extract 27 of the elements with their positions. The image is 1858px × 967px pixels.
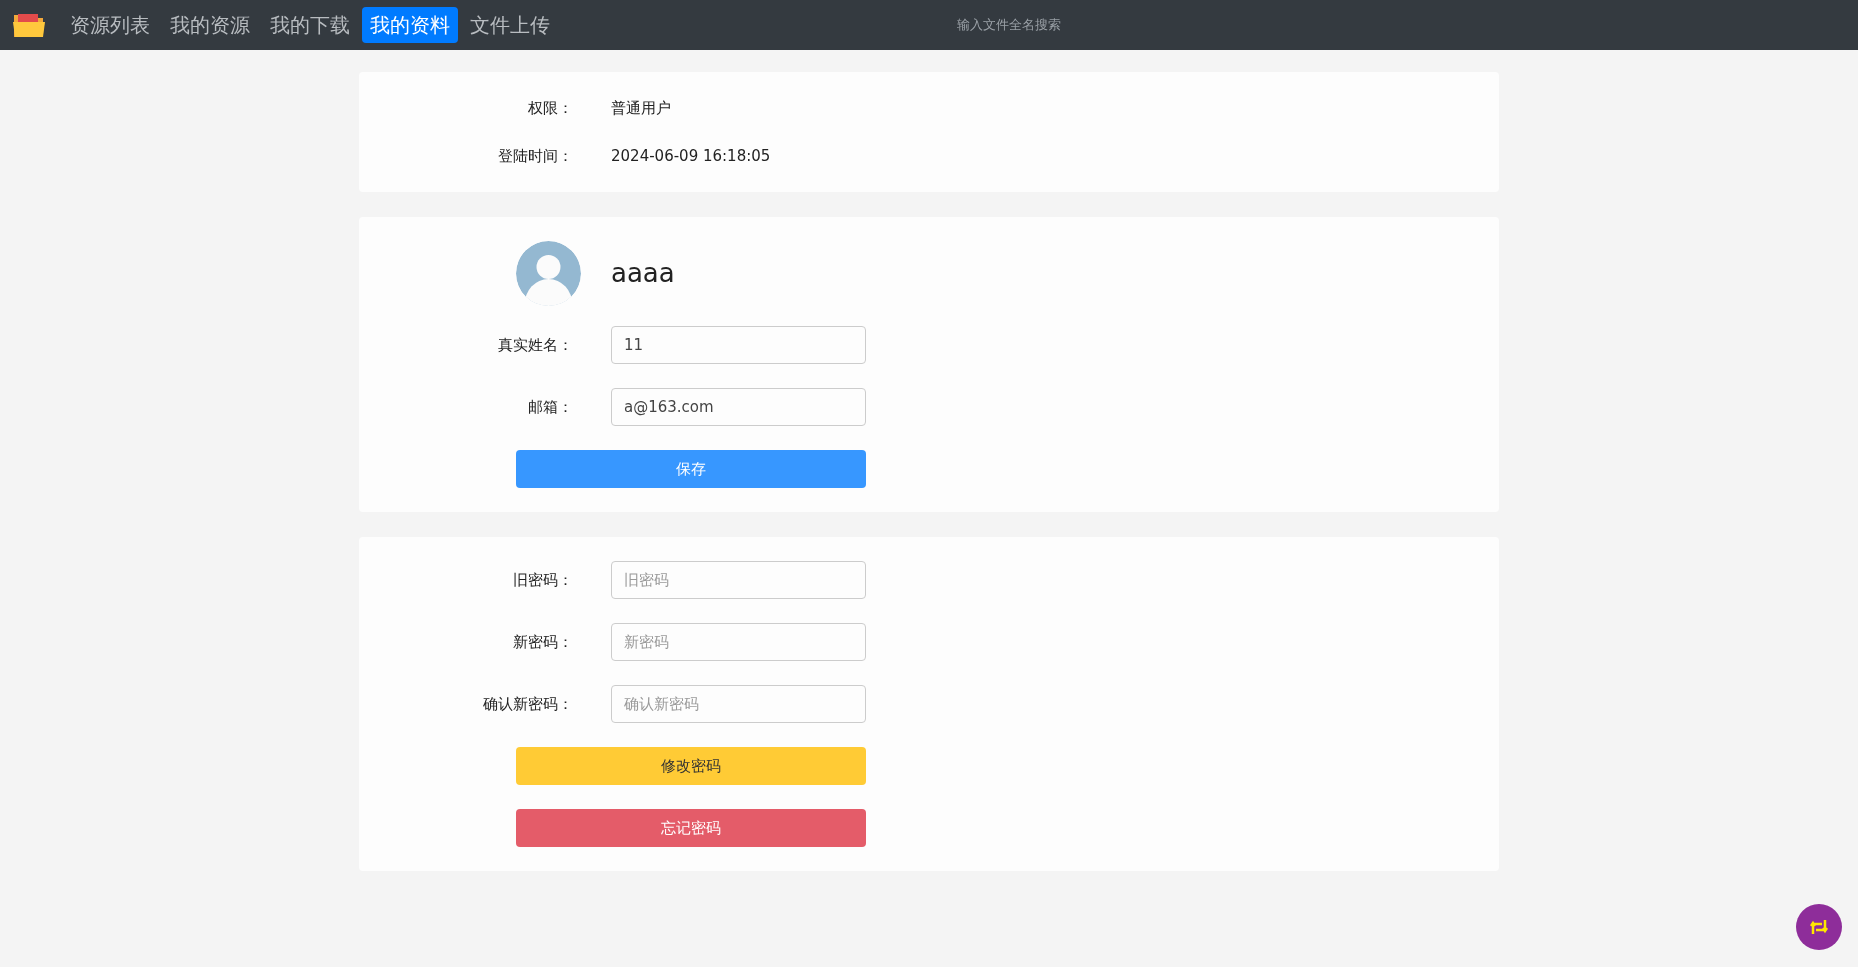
info-value: 2024-06-09 16:18:05 (611, 145, 771, 167)
info-value: 普通用户 (611, 97, 671, 119)
field-label: 邮箱： (528, 398, 573, 416)
folder-icon (12, 11, 46, 39)
nav-tab[interactable]: 文件上传 (462, 7, 558, 43)
field-label: 确认新密码： (483, 695, 573, 713)
field-label: 权限： (528, 99, 573, 117)
password-field[interactable]: 新密码 (611, 623, 866, 661)
field-label: 真实姓名： (498, 336, 573, 354)
change-password-button[interactable]: 修改密码 (516, 747, 866, 785)
username: aaaa (611, 257, 675, 290)
field-label: 登陆时间： (498, 147, 573, 165)
text-field[interactable]: a@163.com (611, 388, 866, 426)
avatar-icon (516, 241, 581, 306)
nav-tab[interactable]: 资源列表 (62, 7, 158, 43)
nav-tab[interactable]: 我的下载 (262, 7, 358, 43)
field-label: 新密码： (513, 633, 573, 651)
nav-tab[interactable]: 我的资源 (162, 7, 258, 43)
password-field[interactable]: 旧密码 (611, 561, 866, 599)
nav-tab[interactable]: 我的资料 (362, 7, 458, 43)
field-label: 旧密码： (513, 571, 573, 589)
search-field[interactable]: 输入文件全名搜索 (957, 15, 1157, 35)
swap-icon (1809, 919, 1829, 935)
password-field[interactable]: 确认新密码 (611, 685, 866, 723)
text-field[interactable]: 11 (611, 326, 866, 364)
forgot-password-button[interactable]: 忘记密码 (516, 809, 866, 847)
swap-button[interactable] (1796, 904, 1842, 950)
